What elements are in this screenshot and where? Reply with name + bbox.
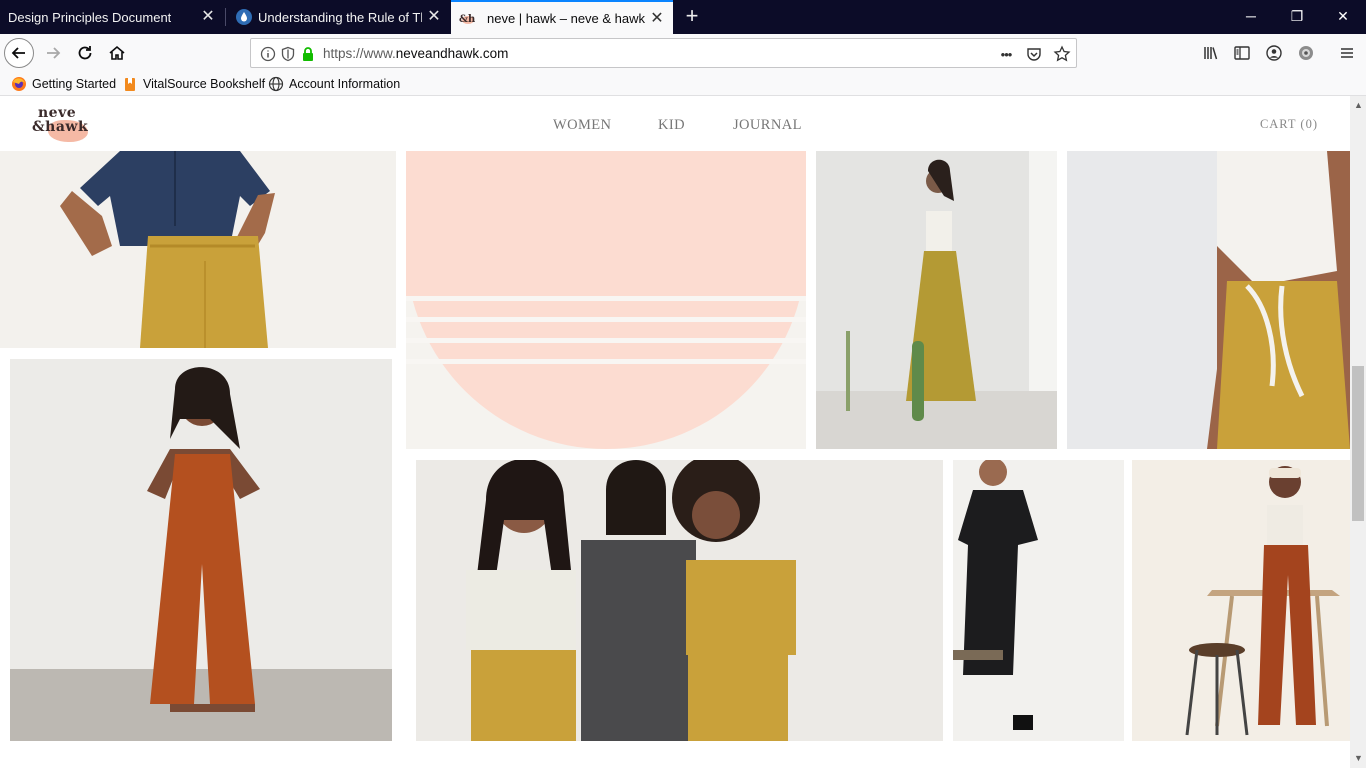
photo-back-tie-top-mustard-skirt[interactable] — [1067, 151, 1350, 449]
close-icon[interactable]: ✕ — [200, 9, 216, 25]
sunset-graphic — [406, 151, 806, 449]
extension-icon — [1299, 46, 1313, 60]
tab-neve-hawk[interactable]: &h neve | hawk – neve & hawk ✕ — [451, 0, 673, 34]
firefox-icon — [11, 76, 27, 92]
cart-link[interactable]: CART (0) — [1260, 117, 1318, 132]
reload-button[interactable] — [70, 38, 100, 68]
web-page: neve &hawk WOMEN KID JOURNAL CART (0) — [0, 96, 1350, 768]
url-prefix: https://www. — [323, 46, 396, 61]
tab-title: Understanding the Rule of Thir — [258, 9, 422, 25]
droplet-icon — [236, 9, 252, 25]
globe-icon — [268, 76, 284, 92]
scrollbar-thumb[interactable] — [1352, 366, 1364, 521]
sidebar-button[interactable] — [1227, 38, 1257, 68]
hamburger-icon — [1341, 48, 1353, 58]
tab-strip: Design Principles Document ✕ Understandi… — [0, 0, 1366, 34]
window-close-button[interactable]: ✕ — [1320, 0, 1366, 34]
svg-text:&h: &h — [459, 14, 475, 25]
bookmark-label: VitalSource Bookshelf — [143, 77, 266, 91]
navigation-toolbar: https://www.neveandhawk.com ••• — [0, 34, 1366, 72]
scroll-up-icon[interactable]: ▲ — [1354, 101, 1363, 110]
url-domain: neveandhawk.com — [395, 46, 509, 61]
reload-icon — [78, 46, 92, 60]
bookmark-account-information[interactable]: Account Information — [268, 75, 400, 93]
tab-title: neve | hawk – neve & hawk — [487, 10, 646, 26]
extension-button[interactable] — [1291, 38, 1321, 68]
tab-design-principles[interactable]: Design Principles Document ✕ — [0, 0, 224, 34]
back-button[interactable] — [4, 38, 34, 68]
arrow-right-icon — [47, 47, 61, 59]
nav-women[interactable]: WOMEN — [553, 117, 611, 134]
nav-kid[interactable]: KID — [658, 117, 685, 134]
home-button[interactable] — [102, 38, 132, 68]
lock-icon[interactable] — [299, 45, 317, 63]
photo-navy-shirt-mustard-pants[interactable] — [0, 151, 396, 348]
minimize-button[interactable]: ─ — [1228, 0, 1274, 34]
tab-rule-of-thirds[interactable]: Understanding the Rule of Thir ✕ — [226, 0, 450, 34]
forward-button[interactable] — [38, 38, 68, 68]
tab-title: Design Principles Document — [8, 9, 172, 25]
page-actions-button[interactable]: ••• — [995, 45, 1017, 63]
bookmark-label: Account Information — [289, 77, 401, 91]
close-icon[interactable]: ✕ — [426, 9, 442, 25]
scroll-down-icon[interactable]: ▼ — [1354, 754, 1363, 763]
library-button[interactable] — [1196, 38, 1226, 68]
bookmark-label: Getting Started — [32, 77, 117, 91]
photo-rust-jumpsuit[interactable] — [10, 359, 392, 741]
bookmark-getting-started[interactable]: Getting Started — [11, 75, 116, 93]
page-scrollbar[interactable]: ▲ ▼ — [1350, 96, 1366, 768]
info-icon[interactable] — [259, 45, 277, 63]
tracking-shield-icon[interactable] — [279, 45, 297, 63]
site-logo[interactable]: neve &hawk — [28, 104, 98, 144]
photo-three-women-group[interactable] — [416, 460, 943, 741]
new-tab-button[interactable]: + — [678, 0, 706, 34]
logo-text-bottom: &hawk — [32, 119, 89, 135]
bookmarks-toolbar: Getting Started VitalSource Bookshelf Ac… — [0, 72, 1366, 96]
photo-rust-pants-stool[interactable] — [1132, 460, 1350, 741]
neve-hawk-favicon: &h — [459, 10, 476, 26]
home-icon — [109, 45, 125, 60]
restore-button[interactable]: ❐ — [1274, 0, 1320, 34]
sidebar-icon — [1234, 46, 1250, 60]
bookmark-star-icon[interactable] — [1053, 45, 1071, 63]
logo-text-top: neve — [38, 105, 77, 121]
arrow-left-icon — [11, 47, 25, 59]
account-button[interactable] — [1259, 38, 1289, 68]
vitalsource-icon — [122, 76, 138, 92]
photo-black-dress[interactable] — [953, 460, 1124, 741]
pocket-icon[interactable] — [1025, 45, 1043, 63]
site-header: neve &hawk WOMEN KID JOURNAL CART (0) — [0, 96, 1350, 151]
nav-journal[interactable]: JOURNAL — [733, 117, 802, 134]
account-icon — [1266, 45, 1282, 61]
photo-woman-by-window-mustard-skirt[interactable] — [816, 151, 1057, 449]
address-bar[interactable]: https://www.neveandhawk.com ••• — [250, 38, 1077, 68]
url-text: https://www.neveandhawk.com — [323, 46, 508, 61]
library-icon — [1204, 47, 1218, 60]
close-icon[interactable]: ✕ — [649, 11, 665, 27]
bookmark-vitalsource[interactable]: VitalSource Bookshelf — [122, 75, 265, 93]
menu-button[interactable] — [1332, 38, 1362, 68]
